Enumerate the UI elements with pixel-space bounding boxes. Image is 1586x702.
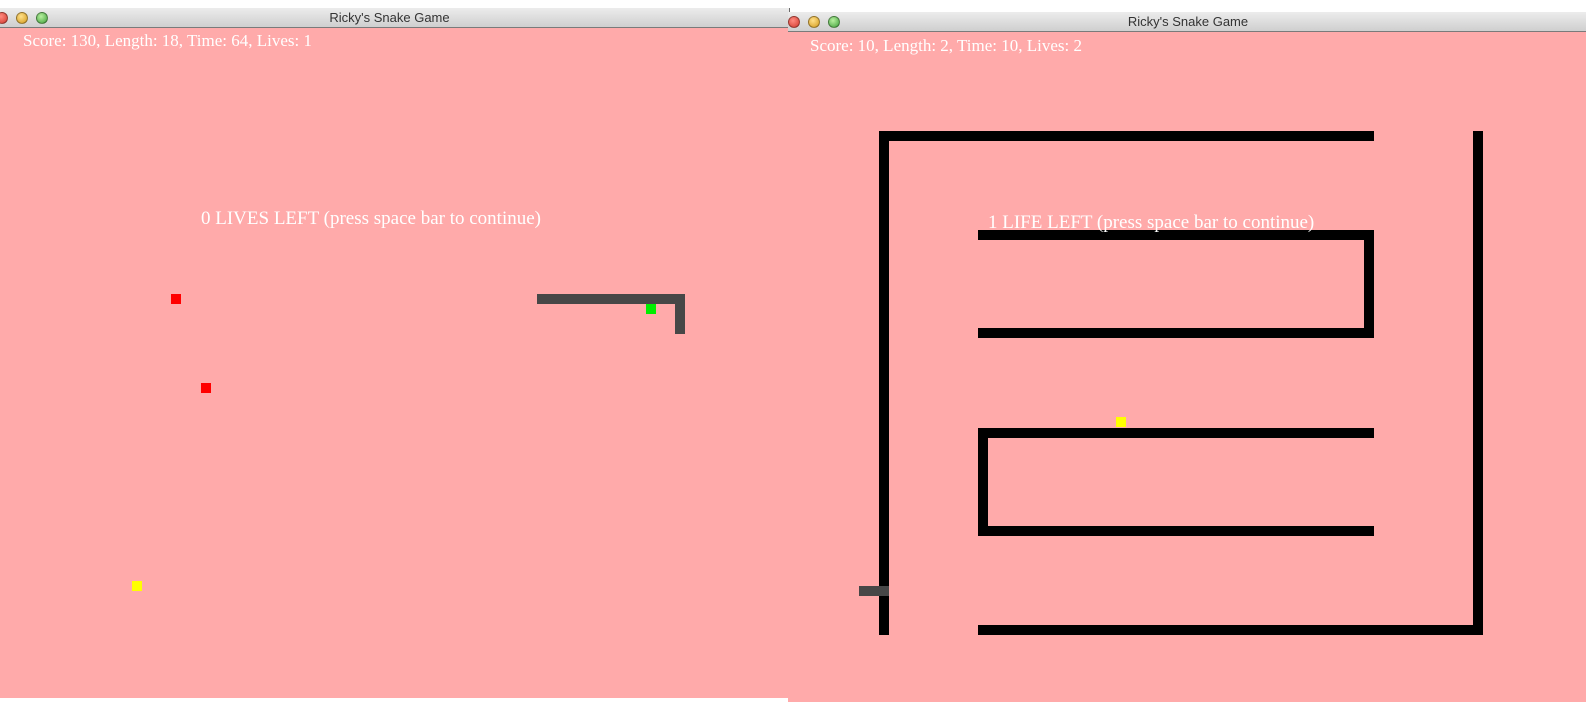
lives-message: 0 LIVES LEFT (press space bar to continu… xyxy=(201,208,541,229)
lives-message: 1 LIFE LEFT (press space bar to continue… xyxy=(988,212,1315,233)
maze-wall xyxy=(978,428,1374,438)
window-title: Ricky's Snake Game xyxy=(1127,14,1249,29)
maze-wall xyxy=(1473,131,1483,635)
status-text: Score: 10, Length: 2, Time: 10, Lives: 2 xyxy=(810,36,1082,55)
game-window-right: Ricky's Snake Game Score: 10, Length: 2,… xyxy=(788,12,1586,702)
snake-body xyxy=(675,294,685,334)
maze-wall xyxy=(879,131,1374,141)
snake-body xyxy=(859,586,889,596)
maze-wall xyxy=(978,526,1374,536)
maze-wall xyxy=(978,428,988,536)
food-red xyxy=(201,383,211,393)
maze-wall xyxy=(1364,230,1374,338)
maze-wall xyxy=(879,131,889,635)
game-board[interactable]: Score: 130, Length: 18, Time: 64, Lives:… xyxy=(0,28,789,698)
title-bar[interactable]: Ricky's Snake Game xyxy=(788,12,1586,32)
window-title: Ricky's Snake Game xyxy=(329,10,450,25)
title-bar[interactable]: Ricky's Snake Game xyxy=(0,8,789,28)
maze-wall xyxy=(978,328,1374,338)
maze-wall xyxy=(978,625,1483,635)
game-board[interactable]: Score: 10, Length: 2, Time: 10, Lives: 2… xyxy=(788,32,1586,702)
food-yellow xyxy=(1116,417,1126,427)
status-text: Score: 130, Length: 18, Time: 64, Lives:… xyxy=(23,31,312,50)
snake-head xyxy=(646,304,656,314)
food-red xyxy=(171,294,181,304)
food-yellow xyxy=(132,581,142,591)
snake-body xyxy=(537,294,685,304)
game-window-left: Ricky's Snake Game Score: 130, Length: 1… xyxy=(0,8,790,698)
